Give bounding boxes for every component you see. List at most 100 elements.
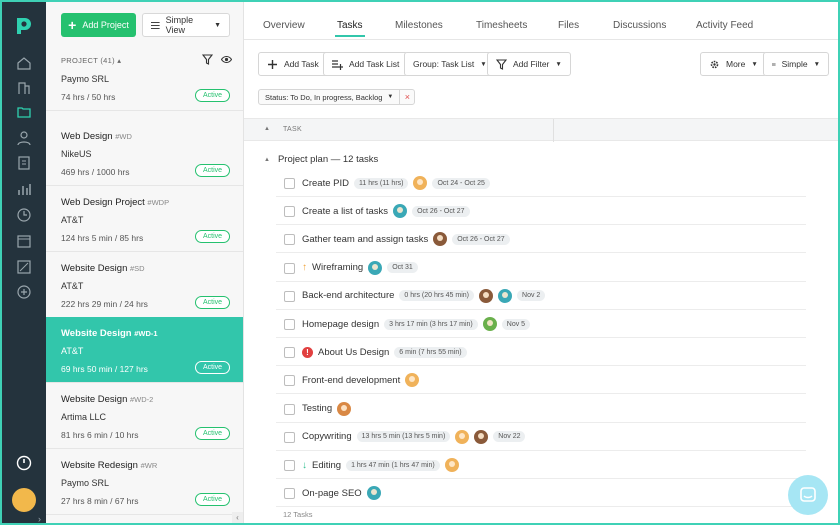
task-row[interactable]: Front-end development [276,366,806,395]
task-name[interactable]: Copywriting [302,431,352,442]
eye-icon[interactable] [221,54,232,65]
home-icon[interactable] [15,54,33,72]
add-filter-button[interactable]: Add Filter ▼ [487,52,571,76]
task-name[interactable]: On-page SEO [302,488,362,499]
task-checkbox[interactable] [284,206,295,218]
filter-icon[interactable] [202,54,213,65]
task-name[interactable]: Front-end development [302,375,400,386]
task-checkbox[interactable] [284,290,295,302]
tab-activity-feed[interactable]: Activity Feed [696,20,753,31]
task-list-group[interactable]: ▲ Project plan — 12 tasks [264,154,378,165]
task-name[interactable]: Gather team and assign tasks [302,234,428,245]
timer-icon[interactable] [15,454,33,472]
building-icon[interactable] [15,79,33,97]
task-name[interactable]: Homepage design [302,319,379,330]
tab-files[interactable]: Files [558,20,579,31]
task-row[interactable]: Gather team and assign tasks Oct 26 - Oct… [276,225,806,254]
task-name[interactable]: Editing [312,460,341,471]
project-item[interactable]: Website Design #SD AT&T 222 hrs 29 min /… [46,252,243,318]
more-button[interactable]: More ▼ [700,52,767,76]
task-checkbox[interactable] [284,460,295,471]
task-name[interactable]: Wireframing [312,262,363,273]
user-icon[interactable] [15,129,33,147]
folder-icon[interactable] [15,103,33,121]
scroll-left-icon[interactable]: ‹ [232,512,243,523]
task-checkbox[interactable] [284,178,295,189]
assignee-avatar[interactable] [433,232,448,247]
task-column-header[interactable]: TASK [283,126,302,133]
task-row[interactable]: Testing [276,395,806,423]
task-row[interactable]: Create PID 11 hrs (11 hrs) Oct 24 - Oct 25 [276,169,806,197]
expand-nav-icon[interactable]: › [38,514,41,523]
plus-icon: + [68,17,77,33]
report-icon[interactable] [15,258,33,276]
task-name[interactable]: Testing [302,403,332,414]
assignee-avatar[interactable] [405,373,420,388]
assignee-avatar[interactable] [498,288,513,303]
task-row[interactable]: On-page SEO [276,479,806,508]
project-item[interactable]: Web Design #WD NikeUS 469 hrs / 1000 hrs… [46,120,243,186]
chat-widget-button[interactable] [788,475,828,515]
project-client: NikeUS [61,149,92,159]
assignee-avatar[interactable] [393,204,408,219]
project-item[interactable]: Web Design Project #WDP AT&T 124 hrs 5 m… [46,186,243,252]
task-name[interactable]: Back-end architecture [302,290,394,301]
chart-icon[interactable] [15,180,33,198]
tab-milestones[interactable]: Milestones [395,20,443,31]
assignee-avatar[interactable] [444,458,459,472]
task-row[interactable]: Homepage design 3 hrs 17 min (3 hrs 17 mi… [276,310,806,338]
assignee-avatar[interactable] [413,176,428,190]
status-filter-chip[interactable]: Status: To Do, In progress, Backlog ▼ × [258,89,416,105]
assignee-avatar[interactable] [337,401,352,416]
task-row[interactable]: Back-end architecture 0 hrs (20 hrs 45 mi… [276,282,806,310]
task-checkbox[interactable] [284,347,295,359]
collapse-all-icon[interactable]: ▲ [264,126,270,132]
tab-discussions[interactable]: Discussions [613,20,666,31]
assignee-avatar[interactable] [455,429,470,444]
task-checkbox[interactable] [284,488,295,500]
assignee-avatar[interactable] [368,260,383,275]
task-checkbox[interactable] [284,375,295,387]
add-circle-icon[interactable] [15,283,33,301]
tab-tasks[interactable]: Tasks [335,20,365,37]
task-checkbox[interactable] [284,262,295,274]
task-checkbox[interactable] [284,234,295,246]
task-row[interactable]: ↑ Wireframing Oct 31 [276,254,806,282]
task-name[interactable]: About Us Design [318,347,389,358]
add-task-list-button[interactable]: Add Task List [323,52,409,76]
tab-timesheets[interactable]: Timesheets [476,20,527,31]
tab-overview[interactable]: Overview [263,20,305,31]
assignee-avatar[interactable] [479,288,494,303]
user-avatar[interactable] [12,488,36,512]
add-task-button[interactable]: Add Task [258,52,328,76]
calendar-icon[interactable] [15,232,33,250]
simple-view-button[interactable]: Simple ▼ [763,52,829,76]
remove-filter-icon[interactable]: × [399,90,414,104]
paymo-logo[interactable] [12,15,34,37]
status-badge: Active [195,164,230,177]
assignee-avatar[interactable] [482,317,497,331]
add-project-button[interactable]: + Add Project [61,13,136,37]
task-row[interactable]: ! About Us Design 6 min (7 hrs 55 min) [276,338,806,367]
task-row[interactable]: ↓ Editing 1 hrs 47 min (1 hrs 47 min) [276,451,806,479]
project-item[interactable]: Website Redesign #WR Paymo SRL 27 hrs 8 … [46,449,243,515]
task-name[interactable]: Create a list of tasks [302,206,388,217]
collapse-icon[interactable]: ▲ [264,157,270,163]
assignee-avatar[interactable] [366,486,381,501]
project-item[interactable]: Website Design #WD-2 Artima LLC 81 hrs 6… [46,383,243,449]
view-select[interactable]: Simple View ▼ [142,13,230,37]
task-row[interactable]: Copywriting 13 hrs 5 min (13 hrs 5 min) No… [276,423,806,451]
task-row[interactable]: Create a list of tasks Oct 26 - Oct 27 [276,197,806,226]
group-select[interactable]: Group: Task List ▼ [404,52,496,76]
project-hours: 469 hrs / 1000 hrs [61,167,130,177]
invoice-icon[interactable] [15,154,33,172]
task-checkbox[interactable] [284,431,295,443]
assignee-avatar[interactable] [474,429,489,444]
task-checkbox[interactable] [284,403,295,415]
task-checkbox[interactable] [284,319,295,330]
project-item-selected[interactable]: Website Design #WD-1 AT&T 69 hrs 50 min … [46,317,243,383]
project-item[interactable]: Paymo SRL 74 hrs / 50 hrs Active [46,68,243,111]
task-name[interactable]: Create PID [302,178,349,189]
project-column-header[interactable]: PROJECT (41) ▴ [61,56,121,65]
clock-icon[interactable] [15,206,33,224]
